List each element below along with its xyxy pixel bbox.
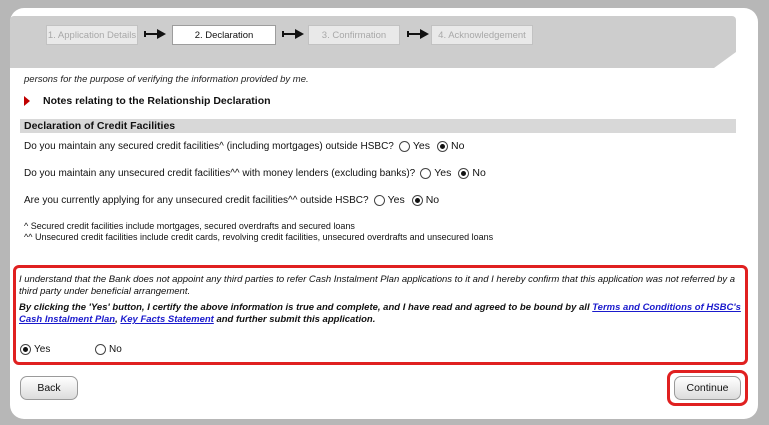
- third-party-statement: I understand that the Bank does not appo…: [19, 274, 736, 297]
- back-button[interactable]: Back: [20, 376, 78, 400]
- step-arrow-icon: [407, 29, 429, 40]
- applying-yes-radio[interactable]: [373, 194, 385, 206]
- expand-triangle-icon: [24, 96, 30, 106]
- footnote-secured: ^ Secured credit facilities include mort…: [24, 221, 355, 231]
- declaration-no-radio[interactable]: [95, 344, 106, 355]
- money-lenders-yes-radio[interactable]: [420, 167, 432, 179]
- footnote-unsecured: ^^ Unsecured credit facilities include c…: [24, 232, 494, 242]
- step-arrow-icon: [282, 29, 304, 40]
- link-separator: ,: [115, 314, 118, 325]
- step-arrow-icon: [144, 29, 166, 40]
- progress-stepper: 1. Application Details 2. Declaration 3.…: [10, 16, 736, 68]
- certification-text: By clicking the 'Yes' button, I certify …: [19, 302, 590, 313]
- secured-no-radio[interactable]: [437, 140, 449, 152]
- certification-statement: By clicking the 'Yes' button, I certify …: [19, 302, 744, 326]
- declaration-yes-option: Yes: [20, 344, 50, 355]
- declaration-no-option: No: [95, 344, 122, 355]
- step-confirmation: 3. Confirmation: [308, 25, 400, 45]
- question-secured-credit: Do you maintain any secured credit facil…: [24, 140, 466, 152]
- question-money-lenders: Do you maintain any unsecured credit fac…: [24, 167, 488, 179]
- radio-label: Yes: [412, 140, 431, 152]
- radio-label: Yes: [434, 167, 452, 179]
- certification-suffix: and further submit this application.: [216, 314, 376, 325]
- step-application-details: 1. Application Details: [46, 25, 138, 45]
- radio-label: Yes: [34, 344, 51, 355]
- question-applying-unsecured: Are you currently applying for any unsec…: [24, 194, 441, 206]
- step-declaration: 2. Declaration: [172, 25, 276, 45]
- continue-button[interactable]: Continue: [674, 376, 741, 400]
- applying-no-radio[interactable]: [411, 194, 423, 206]
- step-acknowledgement: 4. Acknowledgement: [431, 25, 533, 45]
- declaration-yes-radio[interactable]: [20, 344, 31, 355]
- radio-label: No: [472, 167, 486, 179]
- question-text: Are you currently applying for any unsec…: [24, 194, 369, 206]
- relationship-notes-link[interactable]: Notes relating to the Relationship Decla…: [24, 95, 271, 107]
- radio-label: No: [109, 344, 122, 355]
- question-text: Do you maintain any unsecured credit fac…: [24, 167, 416, 179]
- question-text: Do you maintain any secured credit facil…: [24, 140, 394, 152]
- cut-off-paragraph: persons for the purpose of verifying the…: [24, 74, 309, 85]
- secured-yes-radio[interactable]: [398, 140, 410, 152]
- section-header: Declaration of Credit Facilities: [20, 119, 736, 133]
- radio-label: Yes: [387, 194, 405, 206]
- radio-label: No: [451, 140, 465, 152]
- key-facts-statement-link[interactable]: Key Facts Statement: [120, 314, 213, 325]
- money-lenders-no-radio[interactable]: [458, 167, 470, 179]
- relationship-notes-label: Notes relating to the Relationship Decla…: [43, 95, 271, 107]
- radio-label: No: [425, 194, 440, 206]
